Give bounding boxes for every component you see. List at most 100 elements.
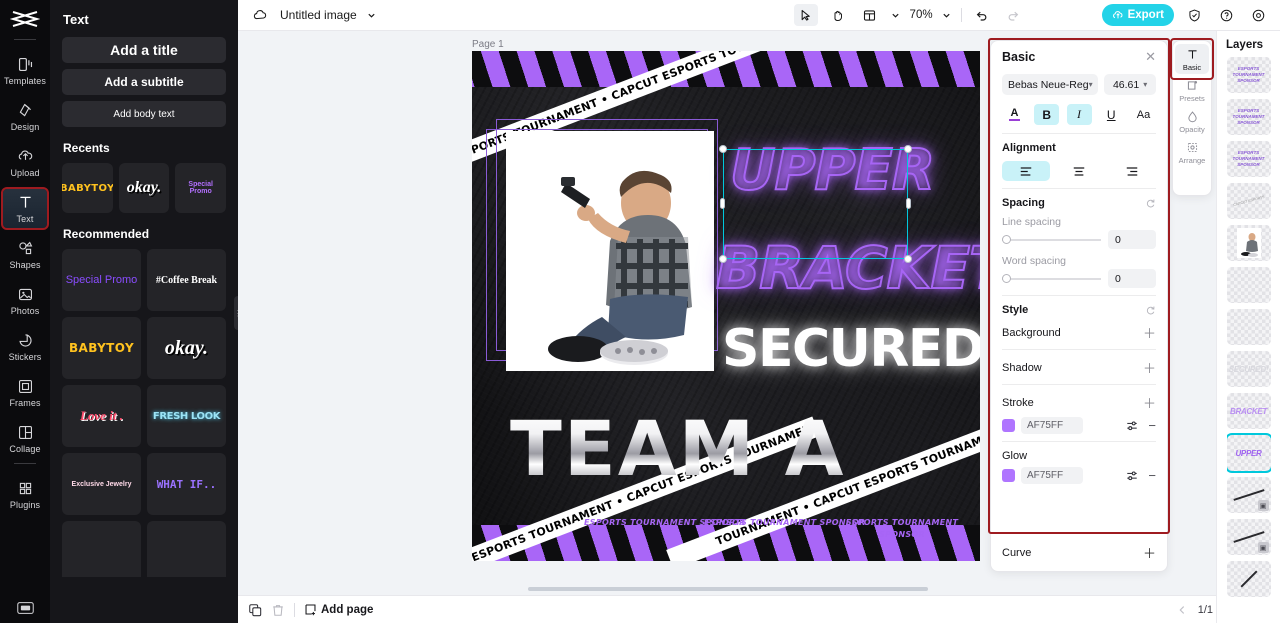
line-spacing-slider[interactable]: [1002, 234, 1101, 244]
stroke-color-hex[interactable]: AF75FF: [1021, 417, 1083, 434]
shield-check-icon[interactable]: [1182, 4, 1206, 26]
recommended-item[interactable]: [147, 521, 226, 577]
recommended-item[interactable]: WHAT IF..: [147, 453, 226, 515]
layers-list[interactable]: ESPORTS TOURNAMENT SPONSOR ESPORTS TOURN…: [1226, 57, 1271, 623]
align-left-button[interactable]: [1002, 161, 1050, 181]
underline-button[interactable]: U: [1099, 104, 1124, 125]
close-icon[interactable]: ✕: [1145, 49, 1156, 65]
layer-item[interactable]: [1226, 225, 1271, 261]
background-row[interactable]: Background ＋: [1002, 323, 1156, 342]
hand-pan-icon[interactable]: [826, 4, 850, 26]
glow-color-hex[interactable]: AF75FF: [1021, 467, 1083, 484]
stroke-row[interactable]: Stroke ＋: [1002, 393, 1156, 412]
zoom-chevron-icon[interactable]: [941, 4, 953, 26]
line-spacing-knob[interactable]: [1002, 234, 1011, 244]
recommended-item[interactable]: BABYTOY: [62, 317, 141, 379]
glow-row[interactable]: Glow: [1002, 450, 1156, 462]
tab-arrange[interactable]: Arrange: [1175, 137, 1209, 167]
headline-bracket[interactable]: BRACKET: [715, 238, 980, 298]
headline-secured[interactable]: SECURED!: [722, 323, 980, 375]
minus-icon[interactable]: −: [1148, 468, 1156, 483]
tab-presets[interactable]: Presets: [1175, 75, 1209, 105]
layer-item[interactable]: [1226, 267, 1271, 303]
sidebar-item-plugins[interactable]: Plugins: [3, 475, 47, 514]
align-center-button[interactable]: [1055, 161, 1103, 181]
headline-upper[interactable]: UPPER: [729, 142, 936, 200]
cloud-save-icon[interactable]: [248, 4, 272, 26]
layer-item[interactable]: [1226, 309, 1271, 345]
bold-button[interactable]: B: [1034, 104, 1060, 125]
plus-icon[interactable]: ＋: [1143, 358, 1156, 377]
gear-icon[interactable]: [1246, 4, 1270, 26]
layer-item[interactable]: ESPORTS TOURNAMENT SPONSOR: [1226, 141, 1271, 177]
keyboard-shortcuts-button[interactable]: [0, 601, 50, 615]
layout-grid-icon[interactable]: [858, 4, 882, 26]
layer-item-selected[interactable]: UPPER: [1226, 433, 1271, 473]
player-photo[interactable]: [506, 131, 714, 371]
shadow-row[interactable]: Shadow ＋: [1002, 358, 1156, 377]
word-spacing-slider[interactable]: [1002, 273, 1101, 283]
stroke-color-swatch[interactable]: [1002, 419, 1015, 432]
sliders-icon[interactable]: [1126, 420, 1138, 432]
layer-item[interactable]: SECURED!: [1226, 351, 1271, 387]
sidebar-item-upload[interactable]: Upload: [3, 143, 47, 182]
layer-item[interactable]: CAPCUT ESPORTS: [1226, 183, 1271, 219]
recommended-item[interactable]: Exclusive Jewelry: [62, 453, 141, 515]
layer-item[interactable]: BRACKET: [1226, 393, 1271, 429]
recommended-item[interactable]: FRESH LOOK: [147, 385, 226, 447]
layout-chevron-icon[interactable]: [890, 4, 902, 26]
add-page-button[interactable]: Add page: [304, 603, 373, 616]
redo-icon[interactable]: [1002, 4, 1026, 26]
tab-basic[interactable]: Basic: [1175, 44, 1209, 74]
font-family-select[interactable]: Bebas Neue-Reg ▾: [1002, 74, 1099, 95]
recommended-item[interactable]: Special Promo: [62, 249, 141, 311]
export-button[interactable]: Export: [1101, 4, 1174, 26]
undo-icon[interactable]: [970, 4, 994, 26]
reset-icon[interactable]: [1145, 305, 1156, 316]
panel-resize-handle[interactable]: ⋮: [234, 296, 238, 330]
sidebar-item-text[interactable]: Text: [1, 187, 49, 230]
layer-item[interactable]: [1226, 561, 1271, 597]
trash-icon[interactable]: [271, 603, 285, 617]
sponsor-slot-3[interactable]: ESPORTS TOURNAMENT SPONSOR: [824, 517, 980, 541]
sidebar-item-photos[interactable]: Photos: [3, 281, 47, 320]
chevron-left-icon[interactable]: [1176, 604, 1188, 616]
layer-item[interactable]: ▣: [1226, 519, 1271, 555]
minus-icon[interactable]: −: [1148, 418, 1156, 433]
add-title-button[interactable]: Add a title: [62, 37, 226, 63]
layer-item[interactable]: ESPORTS TOURNAMENT SPONSOR: [1226, 57, 1271, 93]
word-spacing-knob[interactable]: [1002, 273, 1011, 283]
duplicate-page-icon[interactable]: [248, 603, 262, 617]
sliders-icon[interactable]: [1126, 470, 1138, 482]
text-color-button[interactable]: A: [1002, 104, 1027, 125]
zoom-level[interactable]: 70%: [910, 9, 933, 21]
document-title[interactable]: Untitled image: [280, 8, 357, 22]
tab-opacity[interactable]: Opacity: [1175, 106, 1209, 136]
line-spacing-value[interactable]: 0: [1108, 230, 1156, 249]
sidebar-item-templates[interactable]: Templates: [3, 51, 47, 90]
sidebar-item-shapes[interactable]: Shapes: [3, 235, 47, 274]
panel-scroll-area[interactable]: Add a title Add a subtitle Add body text…: [62, 37, 226, 577]
sidebar-item-design[interactable]: Design: [3, 97, 47, 136]
canvas-horizontal-scrollbar[interactable]: [528, 587, 928, 591]
italic-button[interactable]: I: [1066, 104, 1092, 125]
layer-item[interactable]: ▣: [1226, 477, 1271, 513]
recent-item[interactable]: BABYTOY: [62, 163, 113, 213]
chevron-down-icon[interactable]: [365, 4, 379, 26]
recommended-item[interactable]: Love it .: [62, 385, 141, 447]
plus-icon[interactable]: ＋: [1143, 323, 1156, 342]
recent-item[interactable]: Special Promo: [175, 163, 226, 213]
word-spacing-value[interactable]: 0: [1108, 269, 1156, 288]
add-subtitle-button[interactable]: Add a subtitle: [62, 69, 226, 95]
curve-row[interactable]: Curve ＋: [991, 533, 1167, 571]
recommended-item[interactable]: [62, 521, 141, 577]
sidebar-item-frames[interactable]: Frames: [3, 373, 47, 412]
align-right-button[interactable]: [1108, 161, 1156, 181]
recent-item[interactable]: okay.: [118, 163, 170, 213]
glow-color-swatch[interactable]: [1002, 469, 1015, 482]
font-size-select[interactable]: 46.61 ▾: [1104, 74, 1156, 95]
layer-item[interactable]: ESPORTS TOURNAMENT SPONSOR: [1226, 99, 1271, 135]
design-artboard[interactable]: CAPCUT ESPORTS TOURNAMENT • CAPCUT ESPOR…: [472, 51, 980, 561]
cursor-select-icon[interactable]: [793, 4, 818, 26]
text-case-button[interactable]: Aa: [1131, 104, 1156, 125]
